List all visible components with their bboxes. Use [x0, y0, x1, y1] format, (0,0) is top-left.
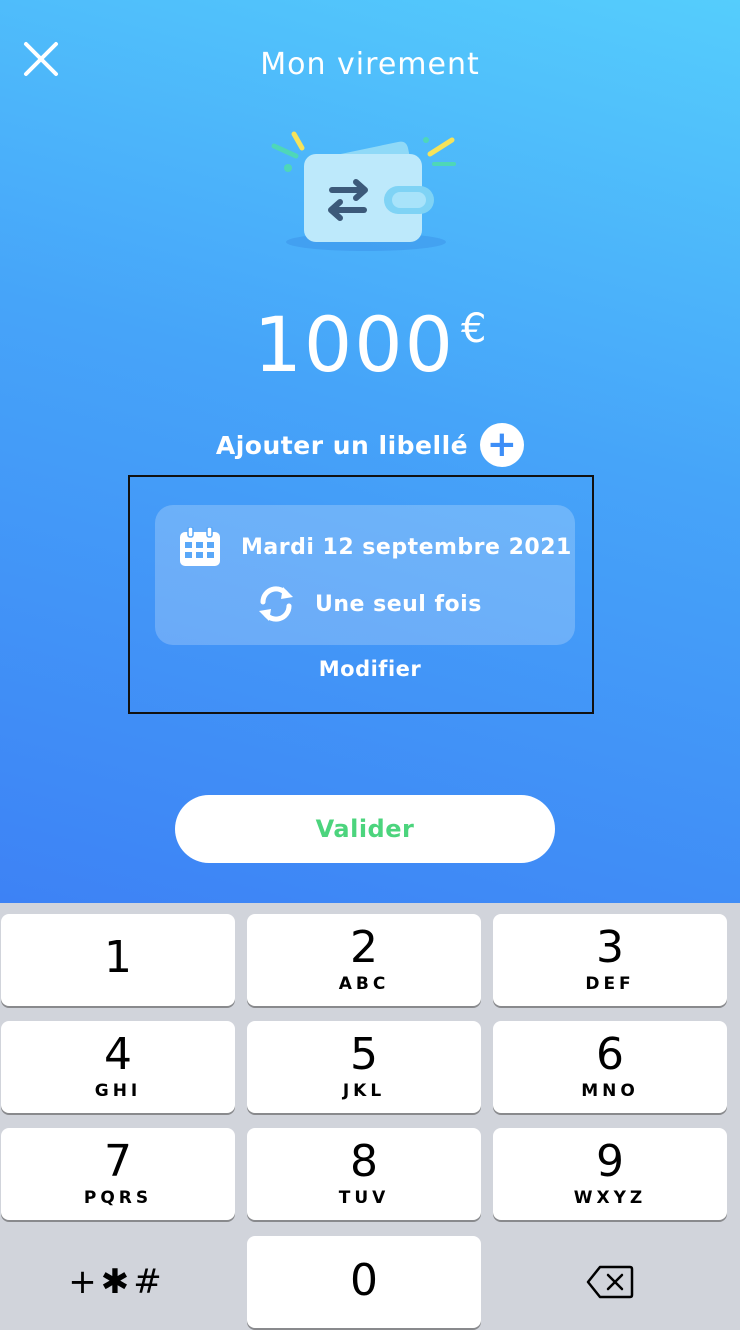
- backspace-icon: [586, 1265, 634, 1299]
- symbols-key[interactable]: +✱#: [0, 1236, 234, 1328]
- key-digit: 4: [104, 1029, 132, 1080]
- add-icon[interactable]: +: [480, 423, 525, 467]
- key-digit: 0: [350, 1255, 378, 1306]
- key-digit: 9: [596, 1136, 624, 1187]
- key-letters: JKL: [342, 1081, 386, 1101]
- delete-key[interactable]: [493, 1236, 727, 1328]
- key-letters: PQRS: [83, 1188, 153, 1208]
- key-9[interactable]: 9 WXYZ: [493, 1128, 727, 1220]
- key-letters: TUV: [338, 1188, 390, 1208]
- key-1[interactable]: 1: [1, 914, 235, 1006]
- key-7[interactable]: 7 PQRS: [1, 1128, 235, 1220]
- key-digit: 5: [350, 1029, 378, 1080]
- amount-display: 1000 €: [0, 300, 740, 389]
- repeat-icon: [259, 586, 293, 622]
- schedule-frequency: Une seul fois: [315, 591, 482, 617]
- key-digit: 7: [104, 1136, 132, 1187]
- key-8[interactable]: 8 TUV: [247, 1128, 481, 1220]
- amount-value: 1000: [253, 300, 455, 389]
- key-letters: GHI: [94, 1081, 142, 1101]
- transfer-panel: Mon virement 1000€ Ajouter un libellé +: [0, 0, 740, 903]
- key-digit: 3: [596, 922, 624, 973]
- key-letters: WXYZ: [573, 1188, 647, 1208]
- key-letters: ABC: [338, 974, 390, 994]
- key-digit: 1: [104, 932, 132, 983]
- key-4[interactable]: 4 GHI: [1, 1021, 235, 1113]
- key-0[interactable]: 0: [247, 1236, 481, 1328]
- key-digit: 6: [596, 1029, 624, 1080]
- frequency-row: Une seul fois: [255, 583, 482, 625]
- key-letters: DEF: [585, 974, 635, 994]
- key-5[interactable]: 5 JKL: [247, 1021, 481, 1113]
- date-row: Mardi 12 septembre 2021: [179, 527, 572, 567]
- schedule-date: Mardi 12 septembre 2021: [241, 534, 572, 560]
- calendar-icon: [180, 527, 220, 566]
- schedule-card[interactable]: Mardi 12 septembre 2021 Une seul fois: [155, 505, 575, 645]
- key-3[interactable]: 3 DEF: [493, 914, 727, 1006]
- key-6[interactable]: 6 MNO: [493, 1021, 727, 1113]
- edit-schedule-link[interactable]: Modifier: [0, 657, 740, 681]
- numeric-keypad: 1 2 ABC 3 DEF 4 GHI 5 JKL 6 MNO 7 PQRS 8…: [0, 903, 740, 1330]
- key-letters: MNO: [581, 1081, 639, 1101]
- validate-button[interactable]: Valider: [175, 795, 555, 863]
- add-label-row[interactable]: Ajouter un libellé +: [0, 423, 740, 467]
- wallet-transfer-icon: [271, 131, 456, 251]
- key-digit: 8: [350, 1136, 378, 1187]
- amount-currency: €: [460, 306, 487, 352]
- page-title: Mon virement: [260, 47, 480, 82]
- key-digit: 2: [350, 922, 378, 973]
- add-label-text: Ajouter un libellé: [215, 430, 469, 460]
- key-2[interactable]: 2 ABC: [247, 914, 481, 1006]
